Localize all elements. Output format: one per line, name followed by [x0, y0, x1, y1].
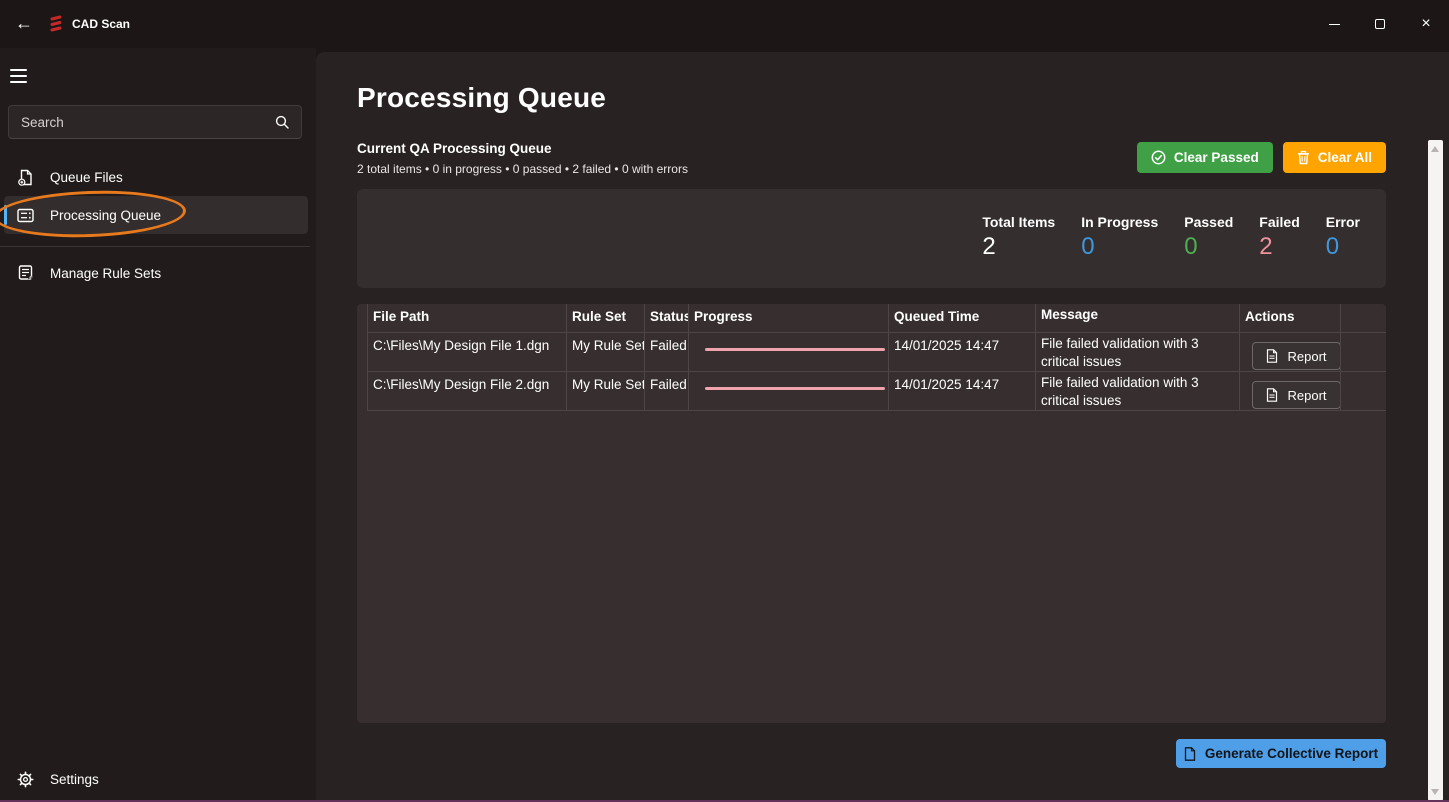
menu-toggle-button[interactable]: [10, 60, 44, 92]
sidebar-item-queue-files[interactable]: Queue Files: [4, 158, 308, 196]
stats-panel: Total Items 2 In Progress 0 Passed 0 Fai…: [357, 189, 1386, 288]
cell-file-path: C:\Files\My Design File 2.dgn: [367, 372, 567, 410]
queue-subtitle: Current QA Processing Queue: [357, 141, 552, 156]
search-box: [8, 105, 302, 139]
table-row: C:\Files\My Design File 1.dgn My Rule Se…: [367, 333, 1386, 372]
stat-failed: Failed 2: [1259, 214, 1299, 288]
hamburger-icon: [10, 69, 27, 71]
stat-total-items: Total Items 2: [982, 214, 1055, 288]
window-controls: ×: [1311, 0, 1449, 48]
search-input[interactable]: [9, 115, 275, 130]
app-title: CAD Scan: [72, 17, 130, 31]
col-header-actions: Actions: [1240, 304, 1341, 332]
sidebar-item-settings[interactable]: Settings: [4, 760, 308, 798]
cell-rule-set: My Rule Set: [567, 333, 645, 371]
cell-progress: [689, 333, 889, 371]
cell-actions: Report: [1240, 333, 1341, 371]
cell-queued-time: 14/01/2025 14:47: [889, 333, 1036, 371]
col-header-progress: Progress: [689, 304, 889, 332]
minimize-button[interactable]: [1311, 0, 1357, 48]
clear-buttons-row: Clear Passed Clear All: [1137, 142, 1386, 173]
document-icon: [1266, 388, 1278, 402]
queue-table: File Path Rule Set Status Progress Queue…: [357, 304, 1386, 723]
back-button[interactable]: ←: [6, 6, 42, 40]
generate-collective-report-button[interactable]: Generate Collective Report: [1176, 739, 1386, 768]
cell-status: Failed: [645, 372, 689, 410]
sidebar-item-processing-queue[interactable]: Processing Queue: [4, 196, 308, 234]
cell-rule-set: My Rule Set: [567, 372, 645, 410]
trash-icon: [1297, 150, 1310, 165]
progress-bar: [705, 348, 885, 351]
col-header-empty: [1341, 304, 1386, 332]
scroll-up-icon[interactable]: [1431, 146, 1439, 152]
sidebar-divider: [0, 246, 310, 247]
sidebar-item-label: Queue Files: [50, 170, 123, 185]
sidebar: Queue Files Processing Queue Manage Rule…: [0, 48, 316, 802]
file-plus-icon: [17, 169, 34, 186]
col-header-status: Status: [645, 304, 689, 332]
main-content: Processing Queue Current QA Processing Q…: [316, 52, 1449, 802]
progress-bar: [705, 387, 885, 390]
sidebar-item-label: Settings: [50, 772, 99, 787]
stat-error: Error 0: [1326, 214, 1360, 288]
clear-all-button[interactable]: Clear All: [1283, 142, 1386, 173]
cell-actions: Report: [1240, 372, 1341, 410]
maximize-icon: [1375, 19, 1385, 29]
clear-passed-button[interactable]: Clear Passed: [1137, 142, 1273, 173]
report-button[interactable]: Report: [1252, 381, 1341, 409]
close-icon: ×: [1421, 16, 1430, 32]
document-icon: [1266, 349, 1278, 363]
titlebar: ← CAD Scan ×: [0, 0, 1449, 48]
search-icon: [275, 115, 289, 129]
close-button[interactable]: ×: [1403, 0, 1449, 48]
queue-summary: 2 total items • 0 in progress • 0 passed…: [357, 162, 688, 176]
col-header-file-path: File Path: [367, 304, 567, 332]
queue-list-icon: [17, 208, 34, 223]
check-circle-icon: [1151, 150, 1166, 165]
sidebar-item-label: Processing Queue: [50, 208, 161, 223]
minimize-icon: [1329, 24, 1340, 25]
cell-queued-time: 14/01/2025 14:47: [889, 372, 1036, 410]
app-logo-icon: [49, 15, 63, 33]
report-button[interactable]: Report: [1252, 342, 1341, 370]
cell-status: Failed: [645, 333, 689, 371]
maximize-button[interactable]: [1357, 0, 1403, 48]
cell-message: File failed validation with 3 critical i…: [1036, 372, 1240, 410]
document-icon: [1184, 747, 1196, 761]
table-row: C:\Files\My Design File 2.dgn My Rule Se…: [367, 372, 1386, 411]
sidebar-item-label: Manage Rule Sets: [50, 266, 161, 281]
col-header-message: Message: [1036, 304, 1240, 332]
cell-file-path: C:\Files\My Design File 1.dgn: [367, 333, 567, 371]
col-header-queued-time: Queued Time: [889, 304, 1036, 332]
page-title: Processing Queue: [357, 82, 606, 114]
cell-progress: [689, 372, 889, 410]
table-header-row: File Path Rule Set Status Progress Queue…: [367, 304, 1386, 333]
stat-in-progress: In Progress 0: [1081, 214, 1158, 288]
scroll-down-icon[interactable]: [1431, 789, 1439, 795]
gear-icon: [17, 771, 34, 788]
sidebar-item-manage-rule-sets[interactable]: Manage Rule Sets: [4, 254, 308, 292]
back-arrow-icon: ←: [15, 13, 33, 34]
col-header-rule-set: Rule Set: [567, 304, 645, 332]
rule-set-icon: [17, 265, 34, 281]
vertical-scrollbar[interactable]: [1428, 140, 1443, 801]
stat-passed: Passed 0: [1184, 214, 1233, 288]
cell-message: File failed validation with 3 critical i…: [1036, 333, 1240, 371]
selected-indicator: [4, 205, 7, 225]
